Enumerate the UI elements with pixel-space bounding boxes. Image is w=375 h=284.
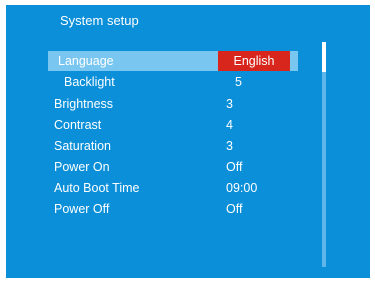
menu-item-value[interactable]: 5	[235, 72, 242, 92]
menu-item-label: Power On	[54, 160, 110, 174]
menu-item-value[interactable]: 3	[226, 94, 233, 114]
menu-item-label: Auto Boot Time	[54, 181, 140, 195]
menu-item-brightness[interactable]: Brightness 3	[6, 94, 306, 114]
page-title: System setup	[60, 13, 139, 28]
scrollbar-thumb[interactable]	[322, 42, 326, 72]
menu-item-contrast[interactable]: Contrast 4	[6, 115, 306, 135]
menu-item-power-off[interactable]: Power Off Off	[6, 199, 306, 219]
menu-item-label: Language	[58, 54, 114, 68]
menu-item-label: Saturation	[54, 139, 111, 153]
menu-item-label: Contrast	[54, 118, 102, 132]
menu-item-value[interactable]: 3	[226, 136, 233, 156]
menu-item-power-on[interactable]: Power On Off	[6, 157, 306, 177]
menu-item-value[interactable]: 09:00	[226, 178, 257, 198]
settings-screen: System setup Language English Backlight …	[6, 5, 370, 278]
menu-item-auto-boot-time[interactable]: Auto Boot Time 09:00	[6, 178, 306, 198]
menu-item-value[interactable]: 4	[226, 115, 233, 135]
menu-item-value[interactable]: English	[218, 51, 290, 71]
menu-item-value[interactable]: Off	[226, 199, 242, 219]
menu-item-saturation[interactable]: Saturation 3	[6, 136, 306, 156]
menu-item-value[interactable]: Off	[226, 157, 242, 177]
scrollbar[interactable]	[322, 42, 326, 267]
menu-item-language[interactable]: Language English	[48, 51, 298, 71]
menu-item-label: Power Off	[54, 202, 110, 216]
menu-item-label: Brightness	[54, 97, 114, 111]
menu-item-backlight[interactable]: Backlight 5	[6, 72, 306, 92]
menu-item-label: Backlight	[64, 75, 115, 89]
